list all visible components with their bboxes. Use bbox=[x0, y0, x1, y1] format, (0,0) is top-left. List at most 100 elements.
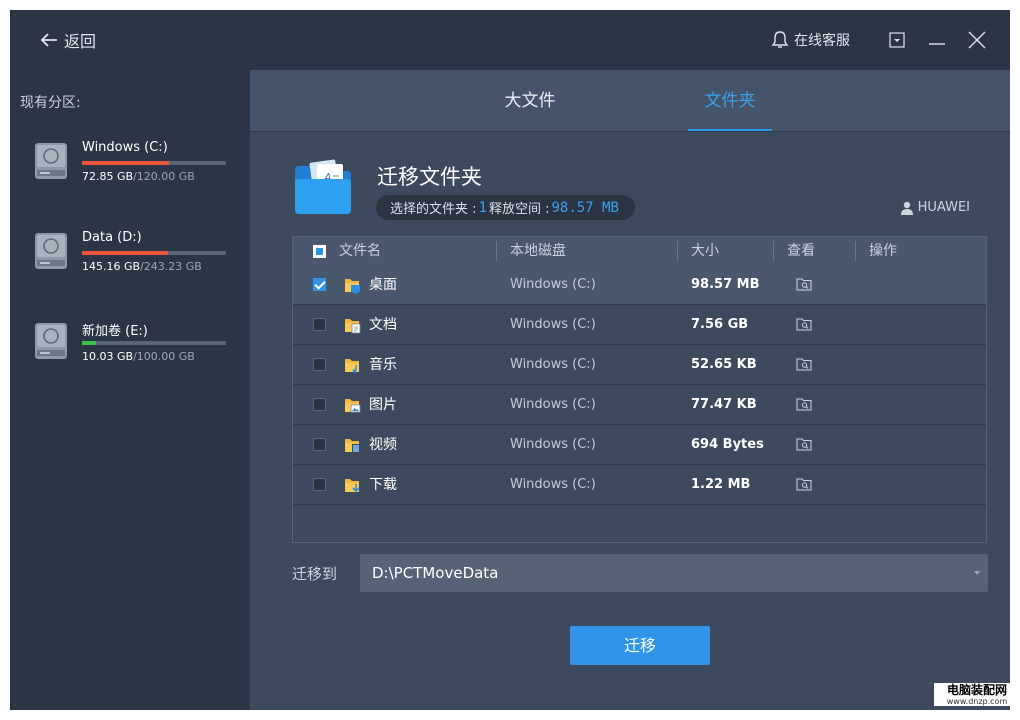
open-folder-button[interactable] bbox=[796, 357, 812, 373]
folder-name: 文档 bbox=[369, 317, 397, 333]
table-row[interactable]: 视频 Windows (C:) 694 Bytes bbox=[293, 425, 986, 465]
documents-folder-icon bbox=[345, 319, 361, 334]
back-label: 返回 bbox=[64, 32, 97, 51]
column-divider bbox=[496, 241, 497, 261]
close-button[interactable] bbox=[966, 29, 988, 51]
row-checkbox[interactable] bbox=[313, 398, 326, 411]
partition-size: 145.16 GB/243.23 GB bbox=[82, 260, 202, 273]
folder-size: 98.57 MB bbox=[691, 277, 760, 292]
dropdown-menu-button[interactable] bbox=[886, 29, 908, 51]
watermark-title: 电脑装配网 bbox=[946, 683, 1007, 697]
destination-select[interactable]: D:\PCTMoveData bbox=[360, 554, 988, 592]
folder-size: 52.65 KB bbox=[691, 357, 757, 372]
table-row[interactable]: 图片 Windows (C:) 77.47 KB bbox=[293, 385, 986, 425]
tab-folders[interactable]: 文件夹 bbox=[688, 70, 772, 131]
row-checkbox[interactable] bbox=[313, 478, 326, 491]
column-header-size[interactable]: 大小 bbox=[691, 237, 719, 265]
tab-large-files[interactable]: 大文件 bbox=[490, 70, 570, 131]
column-header-action: 操作 bbox=[869, 243, 897, 259]
online-support-button[interactable]: 在线客服 bbox=[771, 30, 850, 50]
arrow-left-icon bbox=[40, 33, 57, 47]
row-checkbox[interactable] bbox=[313, 358, 326, 371]
usage-bar bbox=[82, 251, 226, 255]
selection-summary: 选择的文件夹 : 1 释放空间 : 98.57 MB bbox=[376, 195, 635, 220]
view-folder-icon bbox=[796, 478, 812, 491]
app-window: 返回 在线客服 现有分区: Windows (C:) 72.85 GB/120.… bbox=[10, 10, 1010, 710]
partition-item[interactable]: 新加卷 (E:) 10.03 GB/100.00 GB bbox=[34, 320, 234, 370]
user-account: HUAWEI bbox=[900, 200, 970, 215]
select-all-checkbox[interactable] bbox=[313, 245, 326, 258]
destination-label: 迁移到 bbox=[292, 565, 338, 583]
folder-disk: Windows (C:) bbox=[510, 357, 596, 372]
hard-disk-icon bbox=[35, 323, 67, 359]
section-title: 迁移文件夹 bbox=[377, 165, 482, 189]
total-size: /243.23 GB bbox=[140, 260, 202, 273]
row-folder-icon bbox=[344, 396, 361, 414]
row-checkbox[interactable] bbox=[313, 438, 326, 451]
folder-disk: Windows (C:) bbox=[510, 397, 596, 412]
table-row[interactable]: 文档 Windows (C:) 7.56 GB bbox=[293, 305, 986, 345]
dropdown-box-icon bbox=[889, 32, 905, 48]
column-divider bbox=[773, 241, 774, 261]
open-folder-button[interactable] bbox=[796, 317, 812, 333]
back-button[interactable]: 返回 bbox=[40, 29, 96, 51]
row-folder-icon bbox=[344, 276, 361, 294]
row-folder-icon bbox=[344, 476, 361, 494]
row-folder-icon bbox=[344, 436, 361, 454]
open-folder-button[interactable] bbox=[796, 437, 812, 453]
open-folder-button[interactable] bbox=[796, 477, 812, 493]
music-folder-icon bbox=[345, 359, 359, 373]
pictures-folder-icon bbox=[345, 399, 361, 413]
partition-item[interactable]: Windows (C:) 72.85 GB/120.00 GB bbox=[34, 140, 234, 190]
column-divider bbox=[855, 241, 856, 261]
selected-count: 1 bbox=[478, 199, 487, 216]
row-checkbox[interactable] bbox=[313, 278, 326, 291]
title-bar: 返回 在线客服 bbox=[10, 10, 1010, 70]
row-folder-icon bbox=[344, 316, 361, 334]
partition-size: 72.85 GB/120.00 GB bbox=[82, 170, 195, 183]
partition-sidebar: 现有分区: Windows (C:) 72.85 GB/120.00 GB Data… bbox=[10, 70, 250, 710]
minimize-button[interactable] bbox=[926, 29, 948, 51]
column-header-disk[interactable]: 本地磁盘 bbox=[510, 237, 566, 265]
table-row[interactable]: 音乐 Windows (C:) 52.65 KB bbox=[293, 345, 986, 385]
support-label: 在线客服 bbox=[794, 33, 850, 49]
support-bell-icon bbox=[771, 31, 789, 48]
watermark-url: www.dnzp.com bbox=[946, 697, 1008, 706]
caret-down-icon bbox=[974, 571, 980, 575]
folder-name: 音乐 bbox=[369, 357, 397, 373]
column-header-name[interactable]: 文件名 bbox=[339, 237, 381, 265]
partition-item[interactable]: Data (D:) 145.16 GB/243.23 GB bbox=[34, 230, 234, 280]
folder-name: 视频 bbox=[369, 437, 397, 453]
usage-bar bbox=[82, 161, 226, 165]
usage-bar-fill bbox=[82, 341, 97, 345]
open-folder-button[interactable] bbox=[796, 277, 812, 293]
table-row[interactable]: 桌面 Windows (C:) 98.57 MB bbox=[293, 265, 986, 305]
open-folder-button[interactable] bbox=[796, 397, 812, 413]
view-folder-icon bbox=[796, 438, 812, 451]
usage-bar-fill bbox=[82, 251, 168, 255]
watermark: 电脑装配网 www.dnzp.com bbox=[934, 683, 1020, 706]
minimize-icon bbox=[929, 43, 945, 45]
folder-disk: Windows (C:) bbox=[510, 477, 596, 492]
tab-bar: 大文件 文件夹 bbox=[250, 70, 1010, 132]
total-size: /100.00 GB bbox=[133, 350, 195, 363]
table-header: 文件名 本地磁盘 大小 查看 操作 bbox=[293, 237, 986, 265]
folder-size: 694 Bytes bbox=[691, 437, 764, 452]
selected-label: 选择的文件夹 : bbox=[390, 202, 477, 217]
folder-size: 7.56 GB bbox=[691, 317, 749, 332]
used-size: 145.16 GB bbox=[82, 260, 141, 273]
destination-path: D:\PCTMoveData bbox=[372, 564, 499, 582]
view-folder-icon bbox=[796, 358, 812, 371]
folder-app-icon: A bbox=[295, 159, 351, 214]
close-icon bbox=[968, 31, 986, 49]
table-row[interactable]: 下载 Windows (C:) 1.22 MB bbox=[293, 465, 986, 505]
sidebar-title: 现有分区: bbox=[20, 95, 81, 111]
partition-name: 新加卷 (E:) bbox=[82, 324, 148, 339]
row-checkbox[interactable] bbox=[313, 318, 326, 331]
view-folder-icon bbox=[796, 278, 812, 291]
folder-size: 1.22 MB bbox=[691, 477, 751, 492]
migrate-button[interactable]: 迁移 bbox=[570, 626, 710, 665]
folder-disk: Windows (C:) bbox=[510, 277, 596, 292]
hard-disk-icon bbox=[35, 143, 67, 179]
partition-name: Data (D:) bbox=[82, 230, 142, 245]
